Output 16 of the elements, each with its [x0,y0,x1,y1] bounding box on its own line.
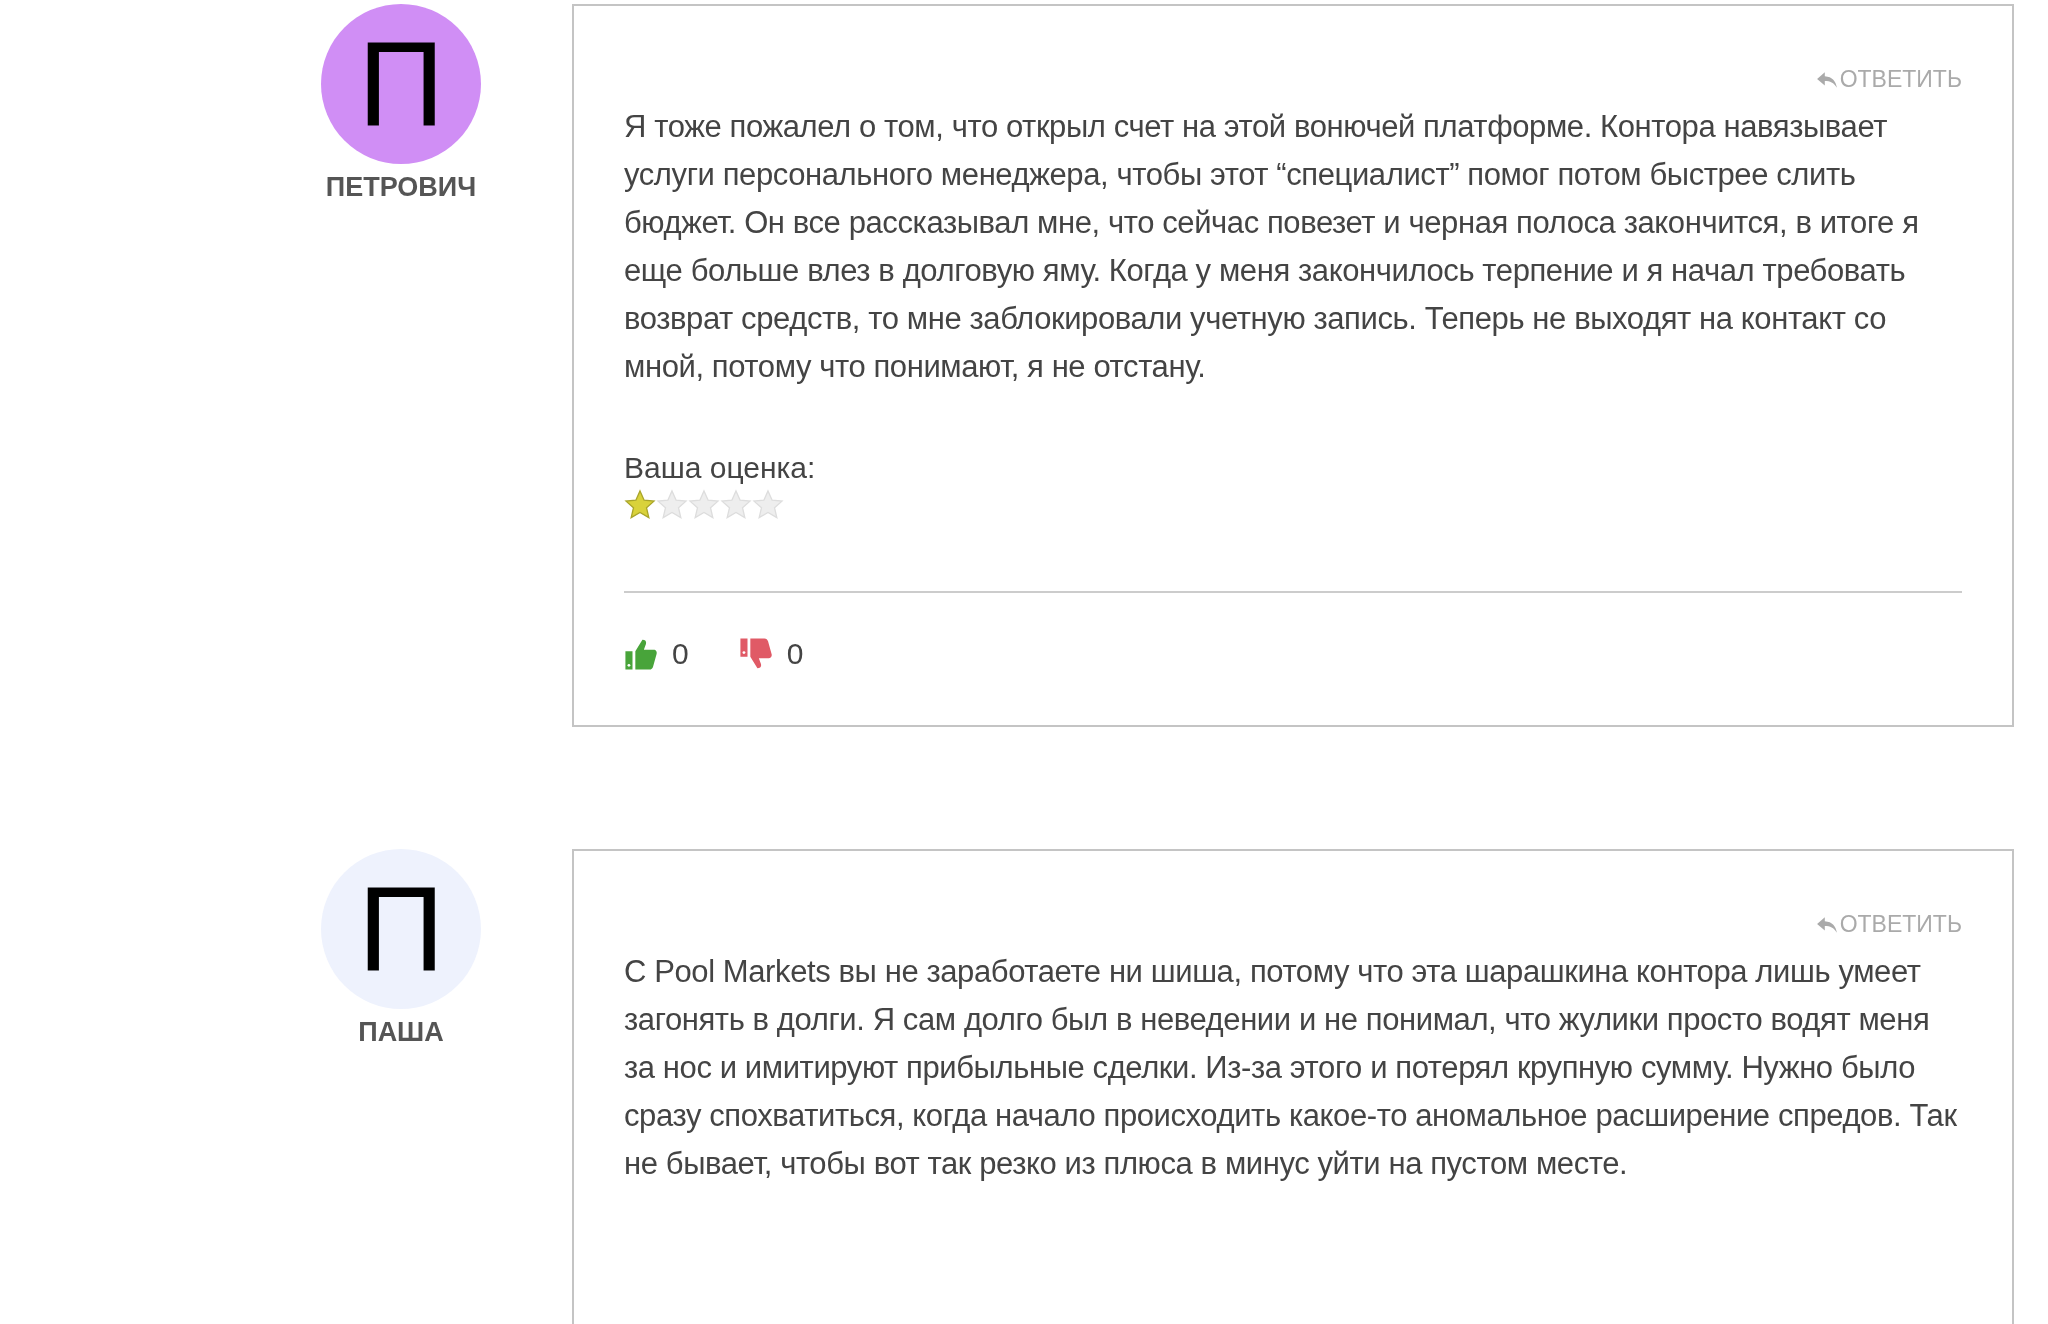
avatar: П [321,4,481,164]
avatar: П [321,849,481,1009]
thumbs-up-icon[interactable] [624,637,658,671]
reply-link[interactable]: ОТВЕТИТЬ [1815,66,1962,93]
comment-text: Я тоже пожалел о том, что открыл счет на этой вонючей платформе. Контора навязывает услуги персонального менеджера, чтобы этот “специалист” помог потом быстрее слить бюджет. Он все рассказывал мне, что сейчас повезет и черная полоса закончится, в итоге я еще больше влез в долговую яму. Когда у меня закончилось терпение и я начал требовать возврат средств, то мне заблокировали учетную запись. Теперь не выходят на контакт со мной, потому что понимают, я не отстану. [624,108,1920,386]
thumbs-down-icon[interactable] [738,637,773,671]
author-name: ПАША [358,1017,444,1048]
author-name: ПЕТРОВИЧ [325,172,477,203]
reply-arrow-icon [1815,915,1838,934]
comment-text: С Pool Markets вы не заработаете ни шиша, потому что эта шарашкина контора лишь умеет загонять в долги. Я сам долго был в неведении и не понимал, что жулики просто водят меня за нос и имитируют прибыльные сделки. Из-за этого и потерял крупную сумму. Нужно было сразу спохватиться, когда начало происходить какое-то аномальное расширение спредов. Так не бывает, чтобы вот так резко из плюса в минус уйти на пустом месте. [624,953,1958,1183]
dislike-count: 0 [786,637,804,671]
like-count: 0 [672,637,689,671]
reply-arrow-icon [1815,70,1838,89]
star-icon[interactable] [624,489,656,521]
reply-link[interactable]: ОТВЕТИТЬ [1815,911,1962,938]
rating-label: Ваша оценка: [624,451,817,485]
